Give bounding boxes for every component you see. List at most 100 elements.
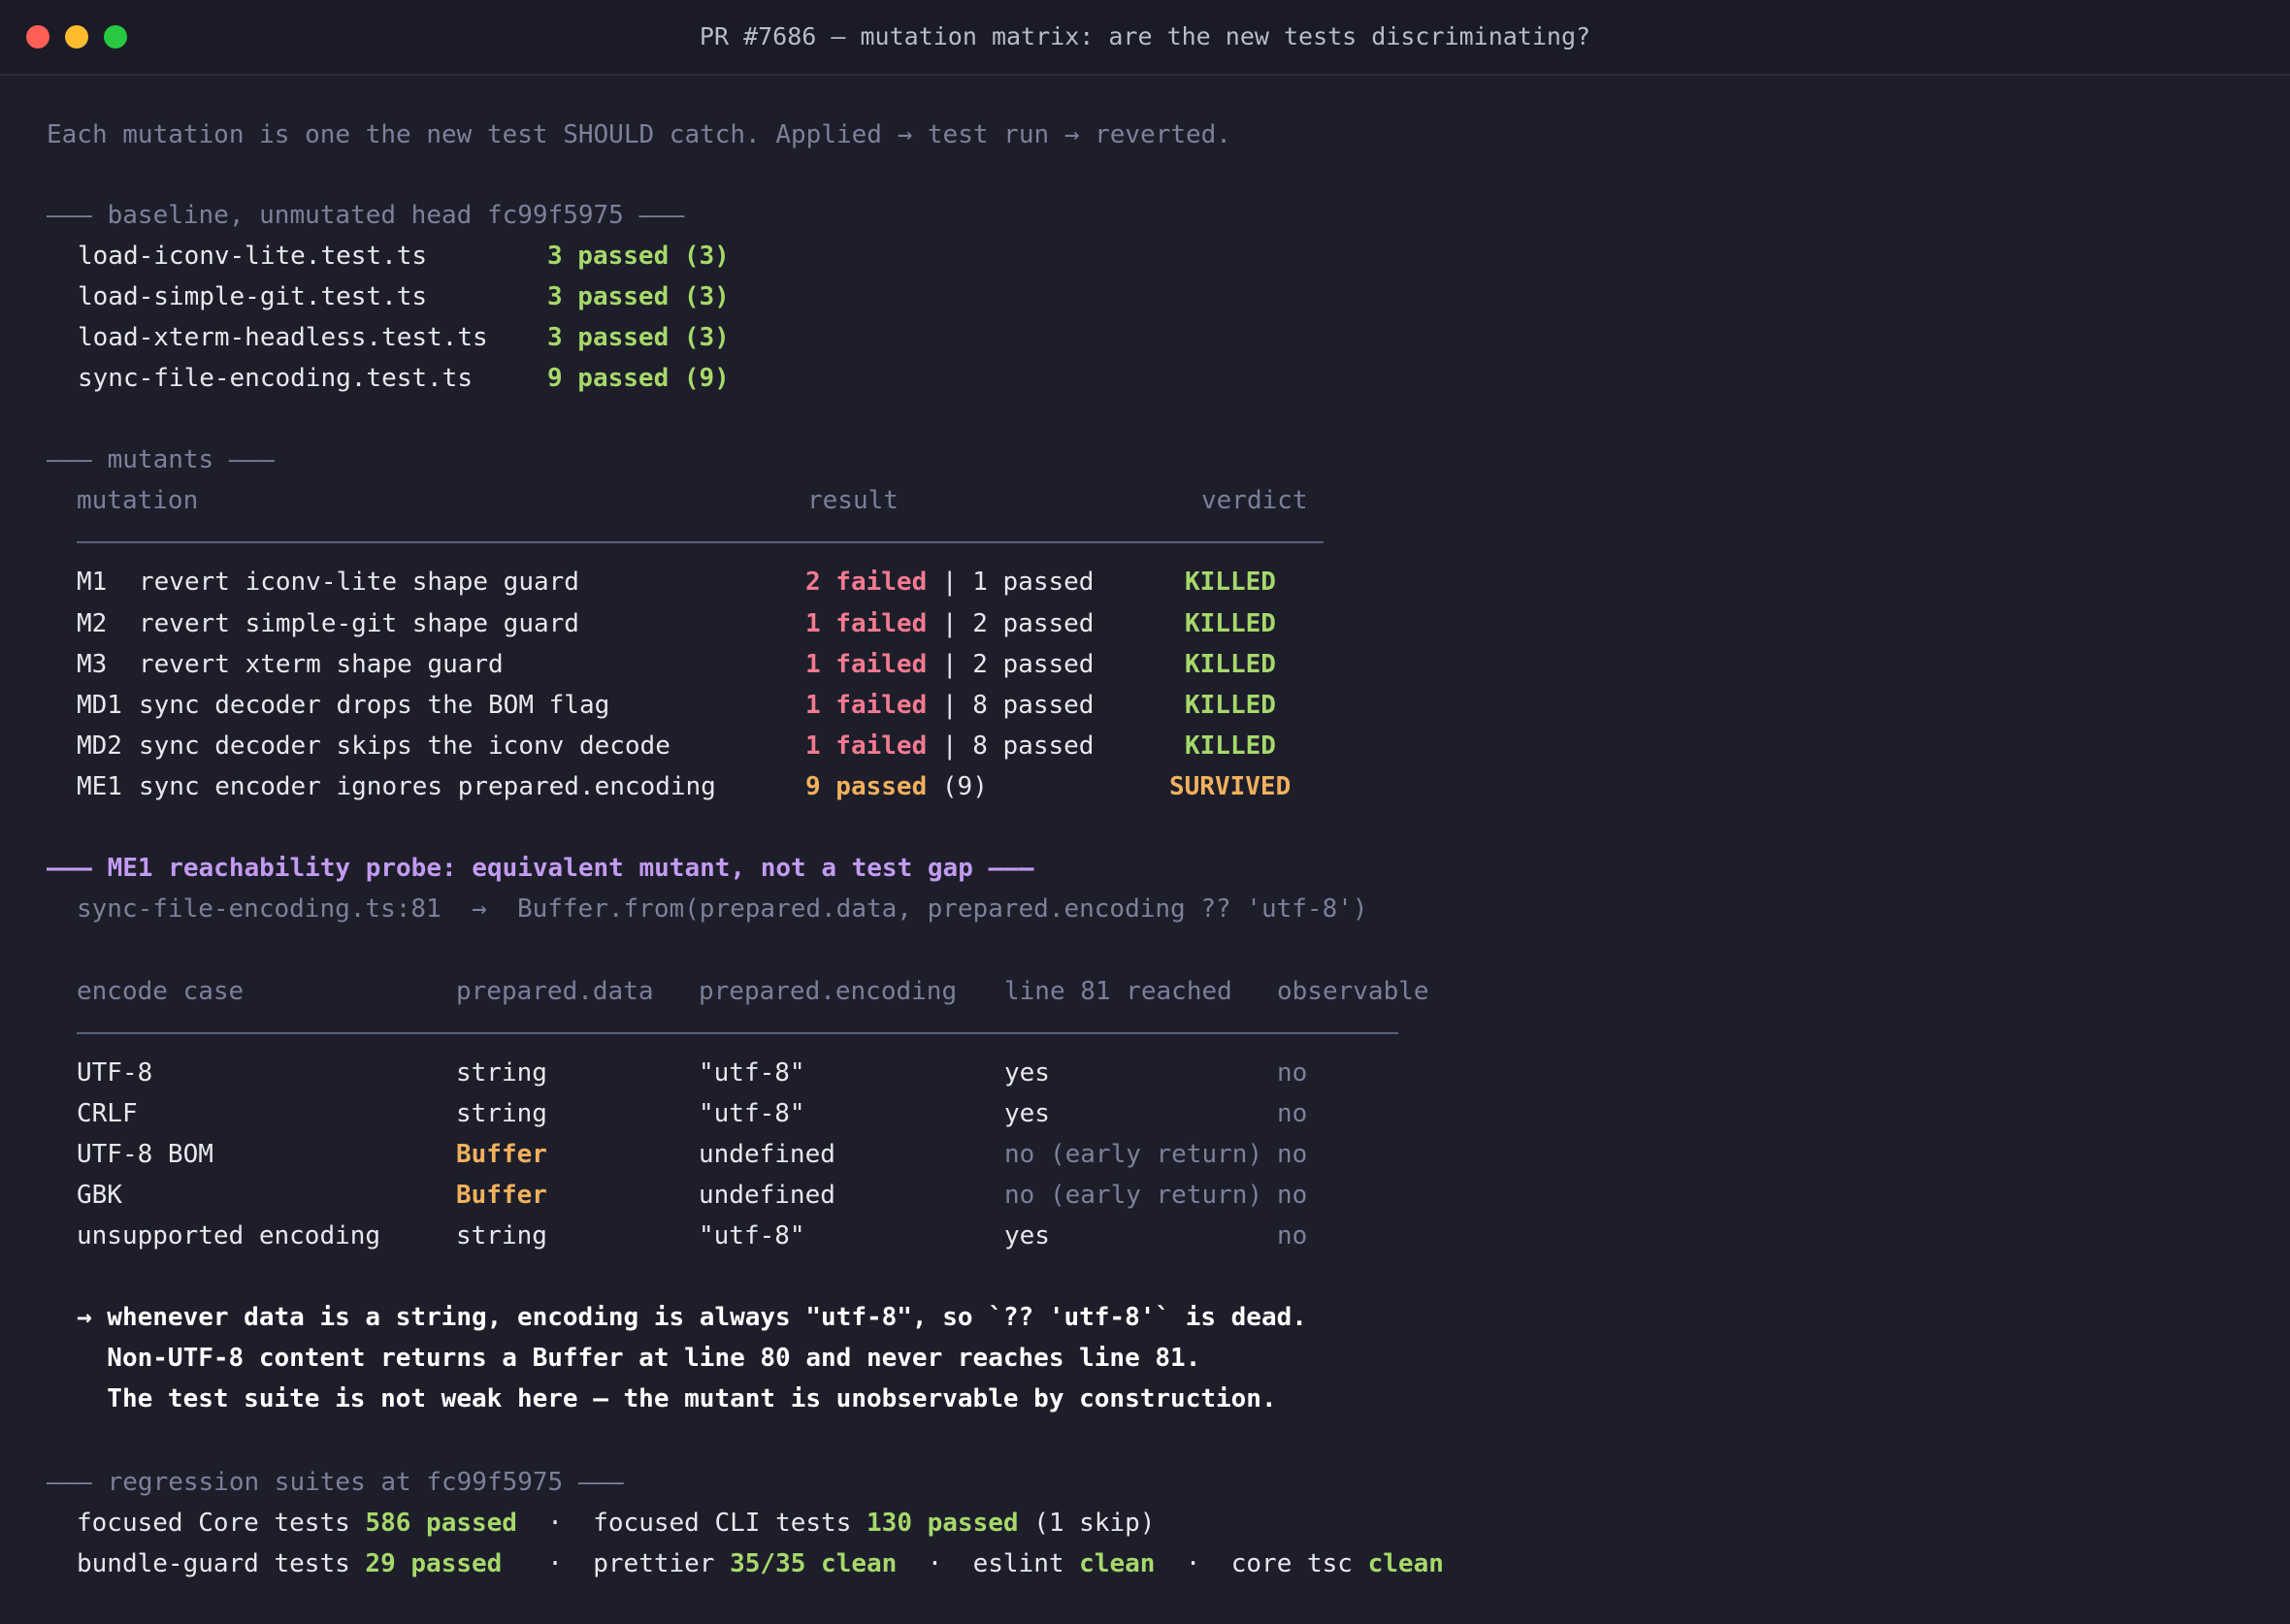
probe-reached: yes [1004,1099,1050,1128]
bundle-guard-label: bundle-guard tests [77,1549,366,1578]
probe-observable: no [1277,1181,1308,1210]
probe-encoding: "utf-8" [699,1099,805,1128]
probe-data: Buffer [456,1181,547,1210]
result-separator: | [927,568,973,597]
baseline-result: 3 passed (3) [547,323,730,352]
intro-text: Each mutation is one the new test SHOULD… [47,120,1231,149]
probe-observable: no [1277,1140,1308,1169]
conclusion-line: → whenever data is a string, encoding is… [77,1303,1307,1332]
probe-column-observable: observable [1277,977,1429,1006]
probe-reached: no (early return) [1004,1181,1263,1210]
probe-data: string [456,1099,547,1128]
verdict-badge: KILLED [1185,568,1276,597]
conclusion-line: The test suite is not weak here — the mu… [77,1384,1277,1413]
failed-count: 1 failed [805,609,928,638]
passed-count: 8 passed [972,731,1095,761]
mutant-description: revert iconv-lite shape guard [139,568,579,597]
eslint-value: clean [1079,1549,1156,1578]
bundle-guard-value: 29 passed [365,1549,503,1578]
probe-reached: no (early return) [1004,1140,1263,1169]
baseline-file: sync-file-encoding.test.ts [78,364,473,393]
mutant-result: 1 failed | 2 passed [805,648,1094,681]
passed-count: 8 passed [972,691,1095,720]
mutant-description: sync encoder ignores prepared.encoding [139,772,716,801]
failed-count: 2 failed [805,568,928,597]
separator-dot: · [516,1509,594,1538]
mutant-description: sync decoder drops the BOM flag [139,691,610,720]
mutant-result: 1 failed | 8 passed [805,689,1094,722]
verdict-badge-survived: SURVIVED [1169,772,1292,801]
probe-data: Buffer [456,1140,547,1169]
probe-case: CRLF [77,1099,138,1128]
mutant-result: 9 passed (9) [805,770,988,803]
passed-count: 9 passed [805,772,928,801]
verdict-badge: KILLED [1185,650,1276,679]
result-separator: | [927,609,973,638]
mutant-id: M1 [77,568,108,597]
separator-dot: · [897,1549,973,1578]
eslint-label: eslint [972,1549,1080,1578]
verdict-badge: KILLED [1185,731,1276,761]
separator-dot: · [502,1549,594,1578]
verdict-column-header: verdict [1201,486,1308,515]
probe-column-encoding: prepared.encoding [699,977,958,1006]
terminal-window: PR #7686 — mutation matrix: are the new … [0,0,2290,1624]
regression-line-1: focused Core tests 586 passed · focused … [77,1507,1155,1540]
tsc-label: core tsc [1230,1549,1368,1578]
failed-count: 1 failed [805,731,928,761]
mutant-id: M2 [77,609,108,638]
baseline-file: load-xterm-headless.test.ts [78,323,488,352]
cli-skip-note: (1 skip) [1018,1509,1156,1538]
mutants-divider [77,541,1324,543]
mutant-description: revert simple-git shape guard [139,609,579,638]
probe-encoding: undefined [699,1140,835,1169]
probe-reached: yes [1004,1058,1050,1088]
probe-column-case: encode case [77,977,245,1006]
probe-observable: no [1277,1221,1308,1250]
passed-count: 2 passed [972,609,1095,638]
mutant-result: 1 failed | 2 passed [805,607,1094,640]
mutant-description: sync decoder skips the iconv decode [139,731,671,761]
baseline-result: 3 passed (3) [547,242,730,271]
probe-reached: yes [1004,1221,1050,1250]
probe-divider [77,1032,1398,1034]
probe-encoding: "utf-8" [699,1058,805,1088]
tsc-value: clean [1367,1549,1444,1578]
mutant-id: M3 [77,650,108,679]
probe-data: string [456,1221,547,1250]
probe-encoding: "utf-8" [699,1221,805,1250]
separator-dot: · [1155,1549,1231,1578]
probe-encoding: undefined [699,1181,835,1210]
baseline-result: 9 passed (9) [547,364,730,393]
result-separator: | [927,650,973,679]
probe-column-reached: line 81 reached [1004,977,1232,1006]
regression-line-2: bundle-guard tests 29 passed · prettier … [77,1547,1444,1580]
mutant-description: revert xterm shape guard [139,650,504,679]
probe-case: UTF-8 [77,1058,153,1088]
failed-count: 1 failed [805,691,928,720]
mutant-result: 1 failed | 8 passed [805,730,1094,763]
window-title: PR #7686 — mutation matrix: are the new … [699,22,1591,50]
result-column-header: result [807,486,899,515]
failed-count: 1 failed [805,650,928,679]
cli-tests-label: focused CLI tests [593,1509,867,1538]
conclusion-line: Non-UTF-8 content returns a Buffer at li… [77,1344,1201,1373]
mutants-header: ——— mutants ——— [47,445,275,474]
probe-header: ——— ME1 reachability probe: equivalent m… [47,854,1034,883]
prettier-label: prettier [593,1549,731,1578]
regression-header: ——— regression suites at fc99f5975 ——— [47,1468,624,1497]
prettier-value: 35/35 clean [730,1549,898,1578]
baseline-header: ——— baseline, unmutated head fc99f5975 —… [47,201,685,230]
probe-case: unsupported encoding [77,1221,381,1250]
result-separator: | [927,731,973,761]
baseline-file: load-simple-git.test.ts [78,282,428,311]
mutant-id: MD1 [77,691,122,720]
mutant-result: 2 failed | 1 passed [805,566,1094,599]
probe-column-data: prepared.data [456,977,654,1006]
result-separator: | [927,691,973,720]
core-tests-label: focused Core tests [77,1509,366,1538]
verdict-badge: KILLED [1185,609,1276,638]
verdict-badge: KILLED [1185,691,1276,720]
mutant-id: ME1 [77,772,122,801]
baseline-file: load-iconv-lite.test.ts [78,242,428,271]
